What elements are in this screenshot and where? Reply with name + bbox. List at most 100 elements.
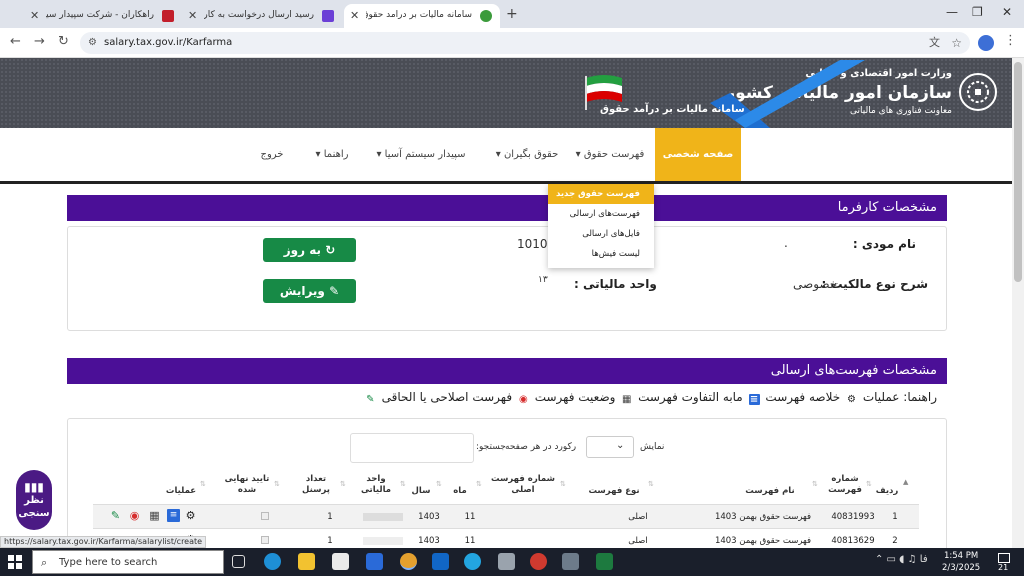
- col-type[interactable]: نوع فهرست: [584, 486, 644, 497]
- menu-item-new-salary-list[interactable]: فهرست حقوق جدید: [548, 184, 654, 204]
- scrollbar-thumb[interactable]: [1014, 62, 1022, 282]
- site-info-icon[interactable]: ⚙: [88, 32, 97, 54]
- col-name[interactable]: نام فهرست: [730, 486, 810, 497]
- web-page: وزارت امور اقتصادی و دارایی سازمان امور …: [0, 58, 1012, 548]
- clock-date: 2/3/2025: [942, 563, 981, 573]
- task-view-icon[interactable]: [232, 555, 245, 568]
- sort-icon[interactable]: ⇅: [560, 480, 566, 488]
- nav-logout[interactable]: خروج: [252, 128, 292, 181]
- sort-icon[interactable]: ⇅: [648, 480, 654, 488]
- taskbar-search-input[interactable]: ⌕ Type here to search: [32, 550, 224, 574]
- nav-company[interactable]: سپیدار سیستم آسیا ▾: [366, 128, 476, 181]
- document-icon: ≡: [748, 394, 760, 405]
- tab-salary-tax[interactable]: ✕ سامانه مالیات بر درآمد حقوق: [344, 4, 500, 28]
- translate-icon[interactable]: 文: [929, 32, 940, 54]
- tab-karpooshe[interactable]: ✕ رسید ارسال درخواست به کارپوشه: [182, 4, 342, 28]
- cell-name: فهرست حقوق بهمن 1403: [714, 512, 812, 522]
- cell-row: 2: [892, 536, 898, 546]
- records-label: رکورد در هر صفحه: [505, 442, 577, 452]
- document-icon[interactable]: ≡: [167, 509, 180, 522]
- calculator-icon[interactable]: ▦: [148, 509, 161, 522]
- windows-start-icon[interactable]: [8, 555, 22, 569]
- lists-panel-heading: مشخصات فهرست‌های ارسالی: [67, 358, 947, 384]
- tab-favicon-icon: [480, 10, 492, 22]
- col-month[interactable]: ماه: [448, 486, 472, 497]
- gears-icon[interactable]: ⚙: [184, 509, 197, 522]
- close-tab-icon[interactable]: ✕: [188, 9, 197, 22]
- nav-label: سپیدار سیستم آسیا: [384, 149, 466, 160]
- sort-icon[interactable]: ⇅: [866, 480, 872, 488]
- nav-label: راهنما: [323, 149, 349, 160]
- sort-icon[interactable]: ⇅: [200, 480, 206, 488]
- feedback-button[interactable]: ▮▮▮ نظر سنجی: [16, 470, 52, 530]
- col-personnel-count[interactable]: تعداد پرسنل: [296, 474, 336, 496]
- main-nav: صفحه شخصی فهرست حقوق ▾ حقوق بگیران ▾ سپی…: [0, 128, 1012, 184]
- address-bar[interactable]: ⚙ salary.tax.gov.ir/Karfarma 文 ☆: [80, 32, 970, 54]
- taskbar-clock[interactable]: 1:54 PM 2/3/2025: [942, 550, 980, 574]
- browser-menu-icon[interactable]: ⋮: [1004, 33, 1017, 48]
- pencil-icon: ✎: [329, 284, 340, 298]
- eye-icon[interactable]: ◉: [128, 509, 141, 522]
- notification-center-icon[interactable]: 21: [996, 552, 1014, 572]
- excel-icon[interactable]: [596, 553, 613, 570]
- sort-icon[interactable]: ⇅: [436, 480, 442, 488]
- search-input[interactable]: [350, 433, 474, 463]
- col-operations[interactable]: عملیات: [164, 486, 198, 497]
- col-row[interactable]: ردیف: [872, 486, 902, 497]
- menu-item-payslips[interactable]: لیست فیش‌ها: [548, 244, 654, 264]
- tab-rahkaran[interactable]: ✕ راهکاران - شرکت سپیدار سیستم آ...: [24, 4, 182, 28]
- sort-icon[interactable]: ⇅: [812, 480, 818, 488]
- col-year[interactable]: سال: [408, 486, 434, 497]
- nav-help[interactable]: راهنما ▾: [306, 128, 358, 181]
- new-tab-button[interactable]: +: [506, 6, 518, 22]
- edge-icon[interactable]: [264, 553, 281, 570]
- chrome-profile-icon[interactable]: [530, 553, 547, 570]
- sort-icon[interactable]: ⇅: [340, 480, 346, 488]
- close-window-icon[interactable]: ✕: [1002, 5, 1012, 19]
- col-tax-unit[interactable]: واحد مالیاتی: [356, 474, 396, 496]
- edit-button[interactable]: ✎ ویرایش: [263, 279, 356, 303]
- nav-employees[interactable]: حقوق بگیران ▾: [486, 128, 568, 181]
- update-button[interactable]: ↻ به روز رسانی: [263, 238, 356, 281]
- cell-tax-unit: [363, 537, 403, 545]
- sort-icon[interactable]: ⇅: [274, 480, 280, 488]
- close-tab-icon[interactable]: ✕: [30, 9, 39, 22]
- sort-asc-icon[interactable]: ▲: [903, 478, 908, 486]
- maximize-icon[interactable]: ❐: [972, 5, 983, 19]
- outlook-icon[interactable]: [432, 553, 449, 570]
- final-approval-checkbox: [261, 536, 269, 544]
- back-icon[interactable]: ←: [10, 34, 21, 49]
- nav-personal-page[interactable]: صفحه شخصی: [655, 128, 741, 181]
- col-original-number[interactable]: شماره فهرست اصلی: [490, 474, 556, 496]
- close-tab-icon[interactable]: ✕: [350, 9, 359, 22]
- skype-icon[interactable]: [464, 553, 481, 570]
- minimize-icon[interactable]: —: [946, 5, 958, 19]
- file-explorer-icon[interactable]: [298, 553, 315, 570]
- col-final-approval[interactable]: تایید نهایی شده: [224, 474, 270, 496]
- mail-icon[interactable]: [366, 553, 383, 570]
- edit-square-icon[interactable]: ✎: [109, 509, 122, 522]
- bookmark-star-icon[interactable]: ☆: [951, 32, 962, 54]
- nav-salary-list[interactable]: فهرست حقوق ▾: [572, 128, 648, 181]
- app-icon[interactable]: [562, 553, 579, 570]
- tab-title: رسید ارسال درخواست به کارپوشه: [204, 10, 314, 20]
- store-icon[interactable]: [332, 553, 349, 570]
- edit-label: ویرایش: [279, 284, 325, 298]
- reload-icon[interactable]: ↻: [58, 34, 69, 49]
- language-indicator[interactable]: فا: [920, 554, 928, 565]
- page-scrollbar[interactable]: [1012, 58, 1024, 548]
- system-tray[interactable]: ⌃ ▭ ◖ ♫ فا: [875, 554, 928, 565]
- col-number[interactable]: شماره فهرست: [826, 474, 864, 496]
- page-size-select[interactable]: ⌄: [586, 436, 634, 458]
- sort-icon[interactable]: ⇅: [400, 480, 406, 488]
- forward-icon[interactable]: →: [34, 34, 45, 49]
- profile-avatar[interactable]: [978, 35, 994, 51]
- show-label: نمایش: [640, 442, 665, 452]
- menu-item-sent-lists[interactable]: فهرست‌های ارسالی: [548, 204, 654, 224]
- chrome-icon[interactable]: [400, 553, 417, 570]
- sort-icon[interactable]: ⇅: [476, 480, 482, 488]
- cell-row: 1: [892, 512, 898, 522]
- feedback-label-2: سنجی: [18, 508, 50, 519]
- app-icon[interactable]: [498, 553, 515, 570]
- menu-item-sent-files[interactable]: فایل‌های ارسالی: [548, 224, 654, 244]
